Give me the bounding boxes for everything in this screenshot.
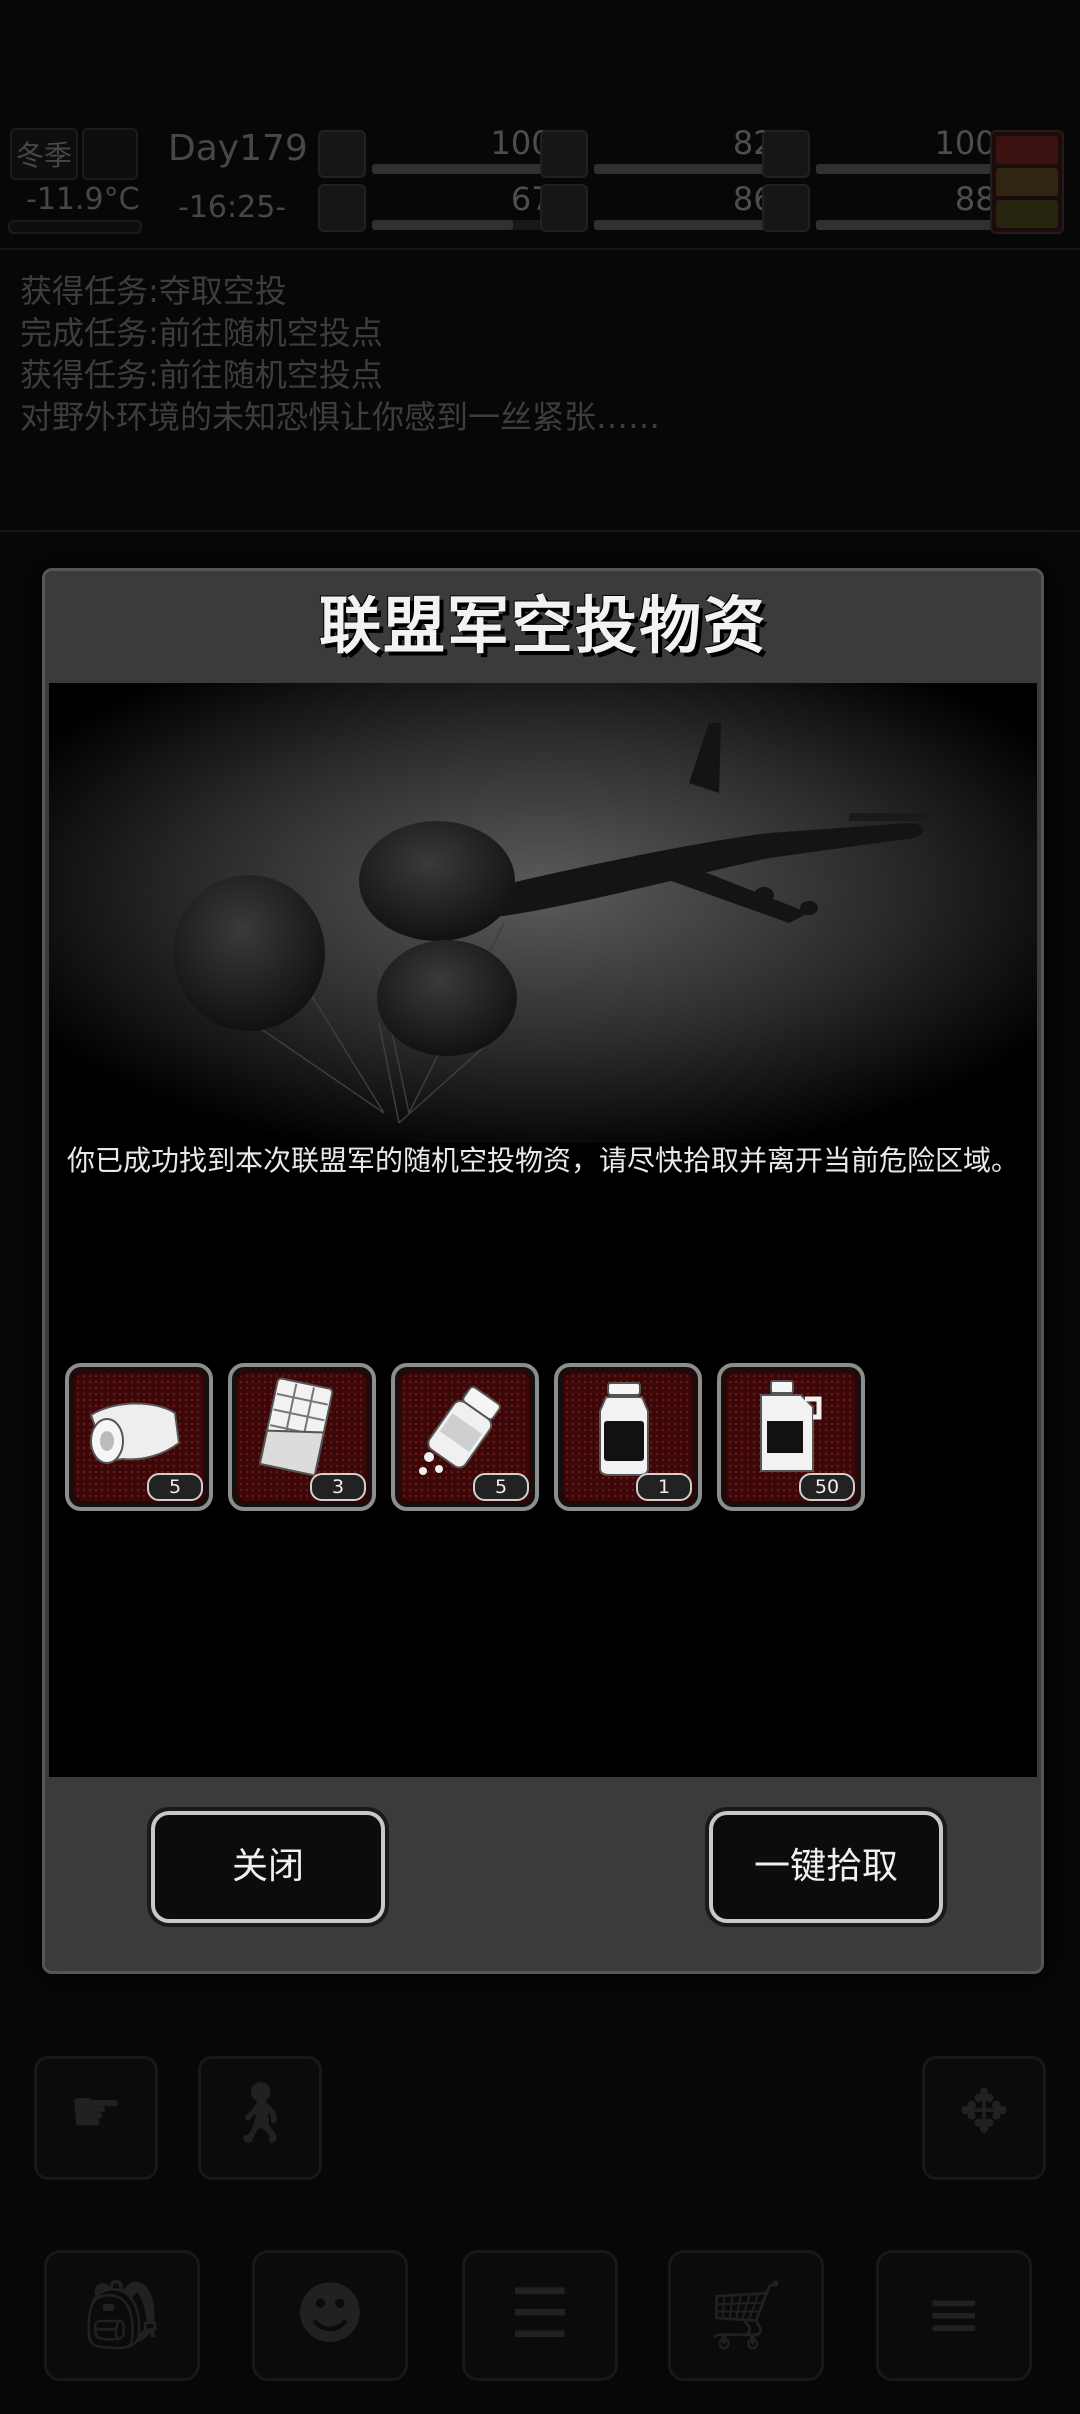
airdrop-dialog: 联盟军空投物资 你已成功找到本次联盟军的随机空投物资，请尽快拾取并离开当前危险区… — [42, 568, 1044, 1974]
item-count: 1 — [636, 1473, 692, 1501]
parachute-icon — [359, 821, 515, 941]
item-count: 50 — [799, 1473, 855, 1501]
loot-item-bandage[interactable]: 5 — [65, 1363, 213, 1511]
item-count: 5 — [473, 1473, 529, 1501]
loot-item-pills[interactable]: 5 — [391, 1363, 539, 1511]
bandage-icon — [89, 1402, 181, 1464]
parachute-icon — [173, 875, 325, 1031]
pickup-all-button[interactable]: 一键拾取 — [709, 1811, 943, 1923]
fuel-canister-icon — [760, 1380, 822, 1472]
item-count: 5 — [147, 1473, 203, 1501]
loot-item-chocolate[interactable]: 3 — [228, 1363, 376, 1511]
dialog-content: 你已成功找到本次联盟军的随机空投物资，请尽快拾取并离开当前危险区域。 5 3 5… — [49, 683, 1037, 1777]
dialog-description: 你已成功找到本次联盟军的随机空投物资，请尽快拾取并离开当前危险区域。 — [66, 1144, 1019, 1177]
jar-icon — [599, 1382, 649, 1476]
airdrop-illustration — [49, 683, 1037, 1143]
pill-bottle-icon — [419, 1385, 501, 1475]
item-count: 3 — [310, 1473, 366, 1501]
chocolate-bar-icon — [258, 1377, 334, 1477]
close-button[interactable]: 关闭 — [151, 1811, 385, 1923]
parachute-icon — [377, 940, 517, 1056]
dialog-title: 联盟军空投物资 — [318, 589, 767, 662]
loot-item-jar[interactable]: 1 — [554, 1363, 702, 1511]
loot-item-fuel[interactable]: 50 — [717, 1363, 865, 1511]
